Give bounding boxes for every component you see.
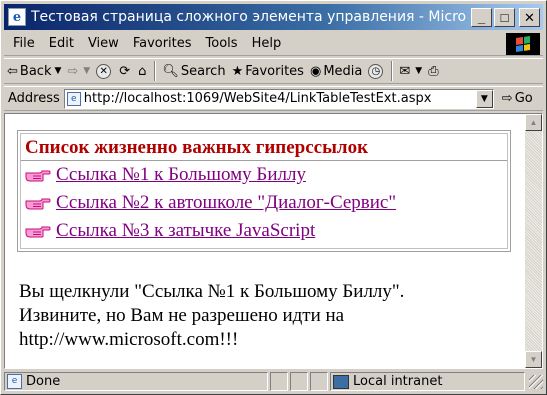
- menu-edit[interactable]: Edit: [42, 36, 81, 51]
- media-icon: ◉: [309, 63, 322, 79]
- window-title: Тестовая страница сложного элемента упра…: [31, 9, 467, 25]
- media-label: Media: [323, 63, 363, 79]
- toolbar-separator: [154, 61, 157, 81]
- mail-icon: ✉: [399, 63, 411, 79]
- favorites-label: Favorites: [245, 63, 304, 79]
- status-panel-empty: [270, 372, 288, 391]
- intranet-zone-icon: [333, 374, 349, 389]
- back-arrow-icon: ⇦: [7, 63, 18, 79]
- menu-help[interactable]: Help: [245, 36, 289, 51]
- go-label: Go: [514, 91, 533, 106]
- status-bar: e Done Local intranet: [4, 371, 543, 392]
- scroll-down-button[interactable]: ▼: [525, 351, 542, 368]
- search-button[interactable]: 🔍︎ Search: [159, 60, 228, 82]
- back-dropdown-icon[interactable]: ▼: [54, 66, 61, 76]
- address-dropdown-button[interactable]: ▼: [475, 89, 493, 108]
- link-3[interactable]: Ссылка №3 к затычке JavaScript: [56, 220, 315, 242]
- forward-arrow-icon: ⇨: [67, 63, 79, 79]
- print-icon: ⎙: [428, 63, 439, 79]
- address-label: Address: [8, 91, 60, 106]
- menu-bar: File Edit View Favorites Tools Help: [4, 32, 543, 56]
- link-row: Ссылка №2 к автошколе "Диалог-Сервис": [21, 189, 507, 217]
- title-bar[interactable]: e Тестовая страница сложного элемента уп…: [4, 4, 543, 30]
- ie-page-icon[interactable]: e: [8, 8, 26, 26]
- link-2[interactable]: Ссылка №2 к автошколе "Диалог-Сервис": [56, 192, 396, 214]
- message-line: Вы щелкнули "Ссылка №1 к Большому Биллу"…: [19, 281, 405, 302]
- pointing-hand-icon: [25, 198, 51, 210]
- media-button[interactable]: ◉ Media: [307, 60, 365, 82]
- forward-dropdown-icon[interactable]: ▼: [83, 66, 90, 76]
- pointing-hand-icon: [25, 170, 51, 182]
- back-label: Back: [19, 63, 52, 79]
- status-panel-empty: [290, 372, 308, 391]
- maximize-button[interactable]: □: [494, 7, 515, 27]
- address-field[interactable]: e ▼: [63, 88, 494, 109]
- document: Список жизненно важных гиперссылок Ссылк…: [5, 114, 523, 368]
- refresh-icon: ⟳: [119, 63, 131, 79]
- status-text: Done: [26, 374, 61, 389]
- close-button[interactable]: ✕: [519, 7, 540, 27]
- back-button[interactable]: ⇦ Back ▼: [4, 60, 64, 82]
- go-arrow-icon: ⇨: [501, 91, 513, 106]
- search-icon: 🔍︎: [162, 63, 179, 79]
- vertical-scrollbar[interactable]: ▲ ▼: [525, 114, 542, 368]
- menu-file[interactable]: File: [4, 36, 42, 51]
- click-message: Вы щелкнули "Ссылка №1 к Большому Биллу"…: [19, 280, 509, 352]
- page-status-icon: e: [7, 374, 22, 389]
- history-button[interactable]: ◷: [365, 60, 388, 82]
- page-content: Список жизненно важных гиперссылок Ссылк…: [4, 113, 543, 369]
- mail-dropdown-icon[interactable]: ▼: [415, 66, 422, 76]
- link-row: Ссылка №3 к затычке JavaScript: [21, 217, 507, 245]
- refresh-button[interactable]: ⟳: [116, 60, 135, 82]
- browser-window: e Тестовая страница сложного элемента уп…: [0, 0, 547, 395]
- link-table: Список жизненно важных гиперссылок Ссылк…: [17, 130, 511, 252]
- menu-favorites[interactable]: Favorites: [126, 36, 199, 51]
- menu-tools[interactable]: Tools: [199, 36, 245, 51]
- link-row: Ссылка №1 к Большому Биллу: [21, 161, 507, 189]
- resize-grip[interactable]: [529, 374, 543, 389]
- message-line: http://www.microsoft.com!!!: [19, 329, 239, 350]
- link-table-title: Список жизненно важных гиперссылок: [21, 134, 507, 161]
- menu-view[interactable]: View: [81, 36, 126, 51]
- stop-icon: ✕: [96, 63, 112, 79]
- stop-button[interactable]: ✕: [93, 60, 116, 82]
- windows-logo-icon: [506, 33, 540, 55]
- scroll-up-button[interactable]: ▲: [525, 114, 542, 131]
- home-icon: ⌂: [138, 63, 147, 79]
- address-input[interactable]: [83, 91, 464, 106]
- minimize-button[interactable]: _: [471, 7, 492, 27]
- toolbar-separator: [391, 61, 394, 81]
- print-button[interactable]: ⎙: [425, 60, 443, 82]
- status-panel: e Done: [4, 372, 268, 391]
- status-panel-empty: [310, 372, 328, 391]
- message-line: Извините, но Вам не разрешено идти на: [19, 305, 345, 326]
- pointing-hand-icon: [25, 226, 51, 238]
- history-icon: ◷: [368, 63, 384, 79]
- forward-button[interactable]: ⇨ ▼: [64, 60, 93, 82]
- favorites-button[interactable]: ★ Favorites: [229, 60, 307, 82]
- link-1[interactable]: Ссылка №1 к Большому Биллу: [56, 164, 306, 186]
- standard-toolbar: ⇦ Back ▼ ⇨ ▼ ✕ ⟳ ⌂ 🔍︎ Search ★ Favorites…: [4, 58, 543, 84]
- page-icon: e: [66, 91, 81, 106]
- favorites-icon: ★: [231, 63, 244, 79]
- go-button[interactable]: ⇨ Go: [502, 91, 533, 106]
- mail-button[interactable]: ✉ ▼: [396, 60, 425, 82]
- zone-text: Local intranet: [353, 374, 443, 389]
- search-label: Search: [180, 63, 226, 79]
- address-bar: Address e ▼ ⇨ Go: [4, 86, 543, 111]
- security-zone-panel[interactable]: Local intranet: [330, 372, 525, 391]
- home-button[interactable]: ⌂: [135, 60, 151, 82]
